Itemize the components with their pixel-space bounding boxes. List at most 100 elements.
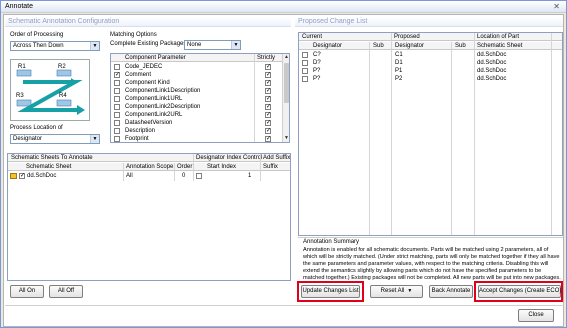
strictly-checkbox[interactable]: ✓ (265, 136, 271, 142)
strictly-checkbox[interactable]: ✓ (265, 120, 271, 126)
change-checkbox[interactable] (302, 60, 308, 66)
current-designator: P? (313, 68, 321, 74)
process-location-select[interactable]: Designator ▼ (10, 134, 100, 144)
parameter-name: ComponentLink1Description (125, 88, 201, 94)
schematic-sheet: dd.SchDoc (477, 52, 507, 58)
proposed-designator: D1 (395, 60, 403, 66)
order-label: Order of Processing (10, 32, 64, 38)
scroll-up-icon[interactable]: ▲ (283, 54, 289, 61)
sheets-grid: Schematic Sheets To Annotate Designator … (7, 153, 291, 281)
column-header-current-sub: Sub (373, 43, 384, 49)
title-bar: Annotate ✕ (1, 1, 566, 13)
complete-packages-label: Complete Existing Packages (110, 41, 187, 47)
column-header-current-designator: Designator (313, 43, 343, 49)
order-select[interactable]: Across Then Down ▼ (10, 41, 100, 51)
schematic-sheet: dd.SchDoc (477, 76, 507, 82)
grid-divider (123, 163, 124, 181)
change-group-header (299, 33, 562, 41)
grid-divider (260, 154, 261, 181)
group-header-sheets: Schematic Sheets To Annotate (11, 155, 93, 161)
sheet-folder-icon (10, 173, 17, 179)
check-icon: ✓ (266, 128, 272, 134)
column-header-schematic-sheet: Schematic Sheet (477, 43, 523, 49)
check-icon: ✓ (115, 72, 121, 78)
matching-scrollbar[interactable]: ▲ ▼ (282, 54, 289, 142)
column-header-suffix: Suffix (263, 164, 278, 170)
parameter-checkbox[interactable] (114, 128, 120, 134)
scroll-thumb[interactable] (284, 63, 289, 103)
change-checkbox[interactable] (302, 52, 308, 58)
sheet-start-index[interactable]: 1 (248, 172, 251, 180)
dialog-body: Schematic Annotation Configuration Order… (3, 14, 564, 327)
check-icon: ✓ (266, 80, 272, 86)
column-header-order: Order (177, 164, 193, 170)
parameter-checkbox[interactable] (114, 112, 120, 118)
parameter-checkbox[interactable] (114, 136, 120, 142)
strictly-checkbox[interactable]: ✓ (265, 88, 271, 94)
parameter-checkbox[interactable] (114, 96, 120, 102)
parameter-name: ComponentLink1URL (125, 96, 183, 102)
check-icon: ✓ (266, 112, 272, 118)
order-value: Across Then Down (13, 43, 64, 49)
check-icon: ✓ (20, 173, 26, 179)
column-header-parameter: Component Parameter (125, 55, 186, 61)
parameter-name: DatasheetVersion (125, 120, 173, 126)
proposed-designator: C1 (395, 52, 403, 58)
all-off-button[interactable]: All Off (49, 285, 83, 298)
grid-divider (551, 33, 552, 235)
matching-options-label: Matching Options (110, 32, 157, 38)
summary-separator (298, 237, 563, 238)
check-icon: ✓ (266, 120, 272, 126)
diagram-label-r4: R4 (59, 93, 67, 99)
strictly-checkbox[interactable]: ✓ (265, 104, 271, 110)
update-highlight (297, 281, 364, 302)
parameter-checkbox[interactable] (114, 88, 120, 94)
strictly-checkbox[interactable]: ✓ (265, 96, 271, 102)
grid-divider (254, 54, 255, 142)
sheet-order[interactable]: 0 (182, 172, 185, 180)
start-index-checkbox[interactable] (196, 173, 202, 179)
diagram-label-r2: R2 (58, 64, 66, 70)
parameter-name: Description (125, 128, 156, 134)
parameter-checkbox[interactable] (114, 64, 120, 70)
grid-divider (369, 42, 370, 235)
strictly-checkbox[interactable]: ✓ (265, 80, 271, 86)
column-header-proposed-designator: Designator (395, 43, 425, 49)
strictly-checkbox[interactable]: ✓ (265, 112, 271, 118)
group-header-location: Location of Part (477, 34, 520, 40)
matching-parameters-grid: Component Parameter Strictly Code_JEDEC ✓… (110, 53, 290, 143)
left-panel-title: Schematic Annotation Configuration (5, 17, 291, 27)
sheet-scope[interactable]: All (126, 172, 133, 180)
strictly-checkbox[interactable]: ✓ (265, 72, 271, 78)
parameter-name: Footprint (125, 136, 149, 142)
window-title: Annotate (5, 3, 34, 10)
close-icon[interactable]: ✕ (553, 2, 560, 11)
chevron-down-icon: ▼ (231, 41, 240, 49)
change-checkbox[interactable] (302, 68, 308, 74)
column-header-start-index: Start Index (207, 164, 237, 170)
group-header-index-control: Designator Index Control (196, 155, 263, 161)
footer-separator (5, 305, 564, 306)
change-list-grid: Current Proposed Location of Part Design… (298, 32, 563, 236)
close-button[interactable]: Close (518, 309, 554, 322)
parameter-checkbox[interactable] (114, 80, 120, 86)
back-annotate-button[interactable]: Back Annotate (429, 285, 473, 298)
strictly-checkbox[interactable]: ✓ (265, 64, 271, 70)
process-location-value: Designator (13, 136, 43, 142)
check-icon: ✓ (266, 136, 272, 142)
strictly-checkbox[interactable]: ✓ (265, 128, 271, 134)
complete-packages-select[interactable]: None ▼ (184, 40, 241, 50)
change-checkbox[interactable] (302, 76, 308, 82)
check-icon: ✓ (266, 64, 272, 70)
group-header-current: Current (302, 34, 323, 40)
scroll-down-icon[interactable]: ▼ (283, 135, 289, 142)
sheet-checkbox[interactable]: ✓ (19, 173, 25, 179)
accept-highlight (474, 281, 563, 302)
parameter-checkbox[interactable]: ✓ (114, 72, 120, 78)
parameter-checkbox[interactable] (114, 120, 120, 126)
all-on-button[interactable]: All On (10, 285, 44, 298)
reset-all-button[interactable]: Reset All ▼ (370, 285, 423, 298)
parameter-checkbox[interactable] (114, 104, 120, 110)
group-header-add-suffix: Add Suffix (263, 155, 291, 161)
proposed-designator: P1 (395, 68, 403, 74)
